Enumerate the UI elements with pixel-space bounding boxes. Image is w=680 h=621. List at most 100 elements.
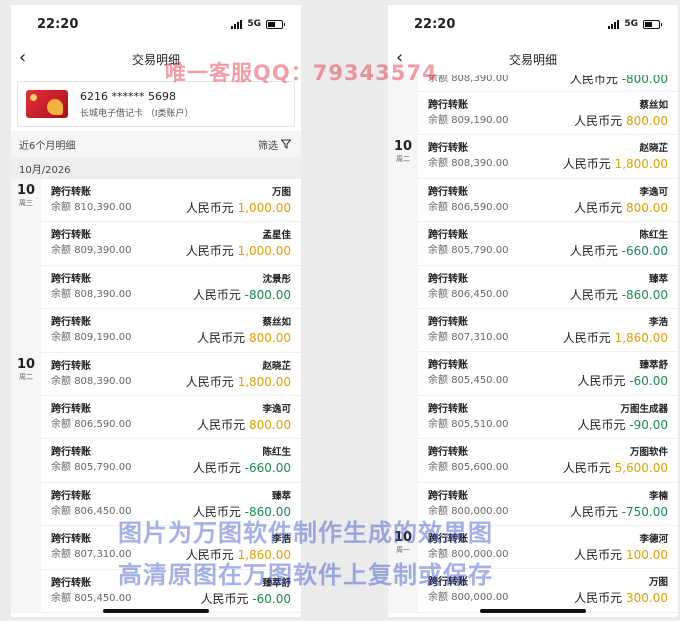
currency-label: 人民币元 [192,461,241,476]
transaction-row[interactable]: 10 周一 跨行转账 余额 800,000.00 李德河 人民币元 100.00 [388,525,678,570]
transaction-row[interactable]: 跨行转账 余额 806,450.00 臻萃 人民币元 -860.00 [388,265,678,309]
transaction-row[interactable]: 跨行转账 余额 805,510.00 万图生成器 人民币元 -90.00 [388,395,678,440]
amount-text: 人民币元 1,800.00 [563,156,668,172]
currency-label: 人民币元 [574,114,623,128]
date-marker: 10 周二 [388,139,418,164]
counterparty-name: 李楠 [648,490,668,502]
balance-text: 余额 806,450.00 [51,504,131,519]
transaction-row[interactable]: 跨行转账 余额 806,450.00 臻萃 人民币元 -860.00 [11,482,301,527]
balance-value: 807,310.00 [451,331,509,343]
balance-label: 余额 [51,418,71,430]
transaction-type: 跨行转账 [51,447,91,459]
transaction-row[interactable]: 跨行转账 余额 809,190.00 蔡丝如 人民币元 800.00 [388,92,678,136]
amount-text: 人民币元 800.00 [197,417,291,433]
balance-label: 余额 [428,158,448,170]
amount-text: 人民币元 5,600.00 [563,460,668,476]
status-bar: 22:20 5G [11,5,301,43]
date-day: 10 [16,183,36,198]
balance-text: 余额 800,000.00 [428,547,508,562]
transaction-row[interactable]: 跨行转账 余额 805,790.00 陈红生 人民币元 -660.00 [388,222,678,266]
home-indicator[interactable] [103,609,209,613]
network-label: 5G [247,19,261,29]
amount-text: 人民币元 -60.00 [200,591,291,607]
transaction-row[interactable]: 跨行转账 余额 805,600.00 万图软件 人民币元 5,600.00 [388,439,678,483]
balance-value: 805,600.00 [451,462,509,474]
balance-value: 810,390.00 [74,202,132,213]
amount-value: -60.00 [252,591,291,606]
counterparty-name: 李浩 [648,316,668,328]
transaction-row[interactable]: 跨行转账 余额 808,390.00 沈景彤 人民币元 -800.00 [11,265,301,310]
transaction-row[interactable]: 跨行转账 余额 805,790.00 陈红生 人民币元 -660.00 [11,439,301,483]
balance-text: 余额 806,590.00 [51,417,131,432]
back-icon[interactable]: ‹ [396,49,403,67]
amount-value: -750.00 [621,504,668,519]
counterparty-name: 陈红生 [639,230,668,242]
counterparty-name: 臻萃舒 [639,360,668,372]
transaction-row[interactable]: 10 周三 跨行转账 余额 810,390.00 万图 人民币元 1,000.00 [11,179,301,223]
filter-button[interactable]: 筛选 [258,137,291,152]
transaction-type: 跨行转账 [51,230,91,242]
battery-icon [266,19,285,29]
account-card[interactable]: 6216 ****** 5698 长城电子借记卡 （Ⅰ类账户） [17,81,295,127]
amount-value: 1,000.00 [237,244,291,259]
balance-value: 806,590.00 [451,201,509,213]
transaction-row[interactable]: 跨行转账 余额 806,590.00 李逸可 人民币元 800.00 [388,178,678,223]
balance-value: 806,450.00 [74,505,132,517]
transaction-type: 跨行转账 [428,273,468,285]
balance-label: 余额 [51,549,71,561]
transaction-row[interactable]: 10 周二 跨行转账 余额 808,390.00 赵晓芷 人民币元 1,800.00 [388,135,678,179]
amount-value: 800.00 [626,200,668,215]
balance-text: 余额 805,790.00 [51,460,131,475]
counterparty-name: 赵晓芷 [262,360,291,372]
counterparty-name: 万图生成器 [620,403,668,415]
transaction-row[interactable]: 跨行转账 余额 809,390.00 孟星佳 人民币元 1,000.00 [11,222,301,266]
balance-label: 余额 [428,115,448,126]
transaction-type: 跨行转账 [428,490,468,502]
transaction-list: 余额 808,390.00 人民币元 -800.00 跨行转账 余额 809,19… [388,70,678,613]
amount-text: 人民币元 -750.00 [570,504,668,520]
counterparty-name: 万图软件 [629,447,668,459]
transaction-type: 跨行转账 [428,143,468,155]
balance-text: 余额 808,390.00 [51,287,131,302]
amount-text: 人民币元 1,000.00 [186,200,291,216]
balance-value: 805,450.00 [451,375,509,387]
amount-value: -860.00 [244,504,291,519]
date-marker: 10 周三 [11,183,41,208]
transaction-row[interactable]: 跨行转账 余额 807,310.00 李浩 人民币元 1,860.00 [11,526,301,570]
counterparty-name: 臻萃舒 [262,577,291,589]
counterparty-name: 臻萃 [271,490,291,502]
balance-text: 余额 808,390.00 [51,374,131,389]
status-time: 22:20 [414,16,456,32]
date-gutter [388,265,418,309]
transaction-row[interactable]: 跨行转账 余额 800,000.00 李楠 人民币元 -750.00 [388,482,678,526]
balance-label: 余额 [51,462,71,474]
transaction-row[interactable]: 跨行转账 余额 807,310.00 李浩 人民币元 1,860.00 [388,308,678,353]
transaction-row[interactable]: 跨行转账 余额 805,450.00 臻萃舒 人民币元 -60.00 [11,569,301,613]
balance-label: 余额 [428,418,448,430]
currency-label: 人民币元 [192,504,241,519]
back-icon[interactable]: ‹ [19,49,26,67]
transaction-row[interactable]: 跨行转账 余额 805,450.00 臻萃舒 人民币元 -60.00 [388,352,678,396]
amount-text: 人民币元 800.00 [197,330,291,346]
date-gutter [11,222,41,266]
card-type: 长城电子借记卡 （Ⅰ类账户） [80,108,194,119]
home-indicator[interactable] [480,609,586,613]
counterparty-name: 李浩 [271,534,291,546]
balance-value: 806,450.00 [451,288,509,300]
balance-text: 余额 808,390.00 [428,156,508,171]
balance-label: 余额 [428,375,448,387]
transaction-row[interactable]: 10 周二 跨行转账 余额 808,390.00 赵晓芷 人民币元 1,800.00 [11,352,301,396]
counterparty-name: 赵晓芷 [639,143,668,155]
currency-label: 人民币元 [185,548,234,563]
amount-value: -60.00 [629,374,668,389]
transaction-row[interactable]: 跨行转账 余额 800,000.00 万图 人民币元 300.00 [388,569,678,613]
transaction-row[interactable]: 跨行转账 余额 809,190.00 蔡丝如 人民币元 800.00 [11,309,301,353]
currency-label: 人民币元 [562,157,611,172]
balance-text: 余额 806,590.00 [428,200,508,215]
balance-value: 805,790.00 [451,245,509,257]
transaction-row[interactable]: 跨行转账 余额 806,590.00 李逸可 人民币元 800.00 [11,395,301,440]
balance-value: 806,590.00 [74,418,132,430]
amount-text: 人民币元 -90.00 [577,417,668,433]
transaction-type: 跨行转账 [51,403,91,415]
balance-text: 余额 806,450.00 [428,287,508,302]
